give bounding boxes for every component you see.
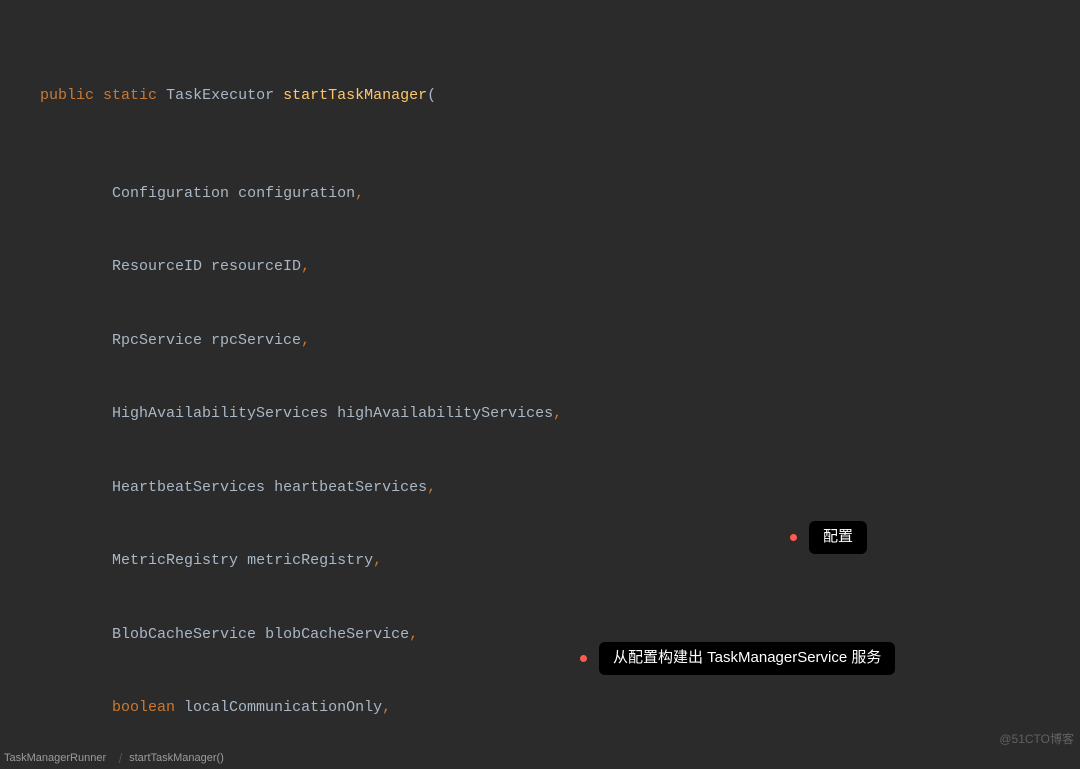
breadcrumb[interactable]: TaskManagerRunner startTaskManager() (4, 749, 224, 767)
annotation-label: 从配置构建出 TaskManagerService 服务 (599, 642, 895, 675)
code-line: HighAvailabilityServices highAvailabilit… (0, 402, 1080, 427)
code-line: public static TaskExecutor startTaskMana… (0, 84, 1080, 109)
code-line: BlobCacheService blobCacheService, (0, 623, 1080, 648)
open-paren: ( (427, 87, 436, 104)
breadcrumb-method[interactable]: startTaskManager() (129, 746, 224, 769)
annotation-taskmanagerservice: 从配置构建出 TaskManagerService 服务 (580, 642, 895, 675)
return-type: TaskExecutor (166, 87, 274, 104)
code-line: Configuration configuration, (0, 182, 1080, 207)
watermark: @51CTO博客 (999, 727, 1074, 752)
annotation-config: 配置 (790, 521, 867, 554)
keyword-public: public (40, 87, 94, 104)
keyword-static: static (103, 87, 157, 104)
code-line: HeartbeatServices heartbeatServices, (0, 476, 1080, 501)
annotation-label: 配置 (809, 521, 867, 554)
method-name: startTaskManager (283, 87, 427, 104)
annotation-dot-icon (790, 534, 797, 541)
code-line: ResourceID resourceID, (0, 255, 1080, 280)
code-line: RpcService rpcService, (0, 329, 1080, 354)
breadcrumb-separator-icon (113, 753, 123, 763)
code-editor[interactable]: public static TaskExecutor startTaskMana… (0, 0, 1080, 769)
annotation-dot-icon (580, 655, 587, 662)
code-line: MetricRegistry metricRegistry, (0, 549, 1080, 574)
code-line: boolean localCommunicationOnly, (0, 696, 1080, 721)
breadcrumb-class[interactable]: TaskManagerRunner (4, 746, 106, 769)
